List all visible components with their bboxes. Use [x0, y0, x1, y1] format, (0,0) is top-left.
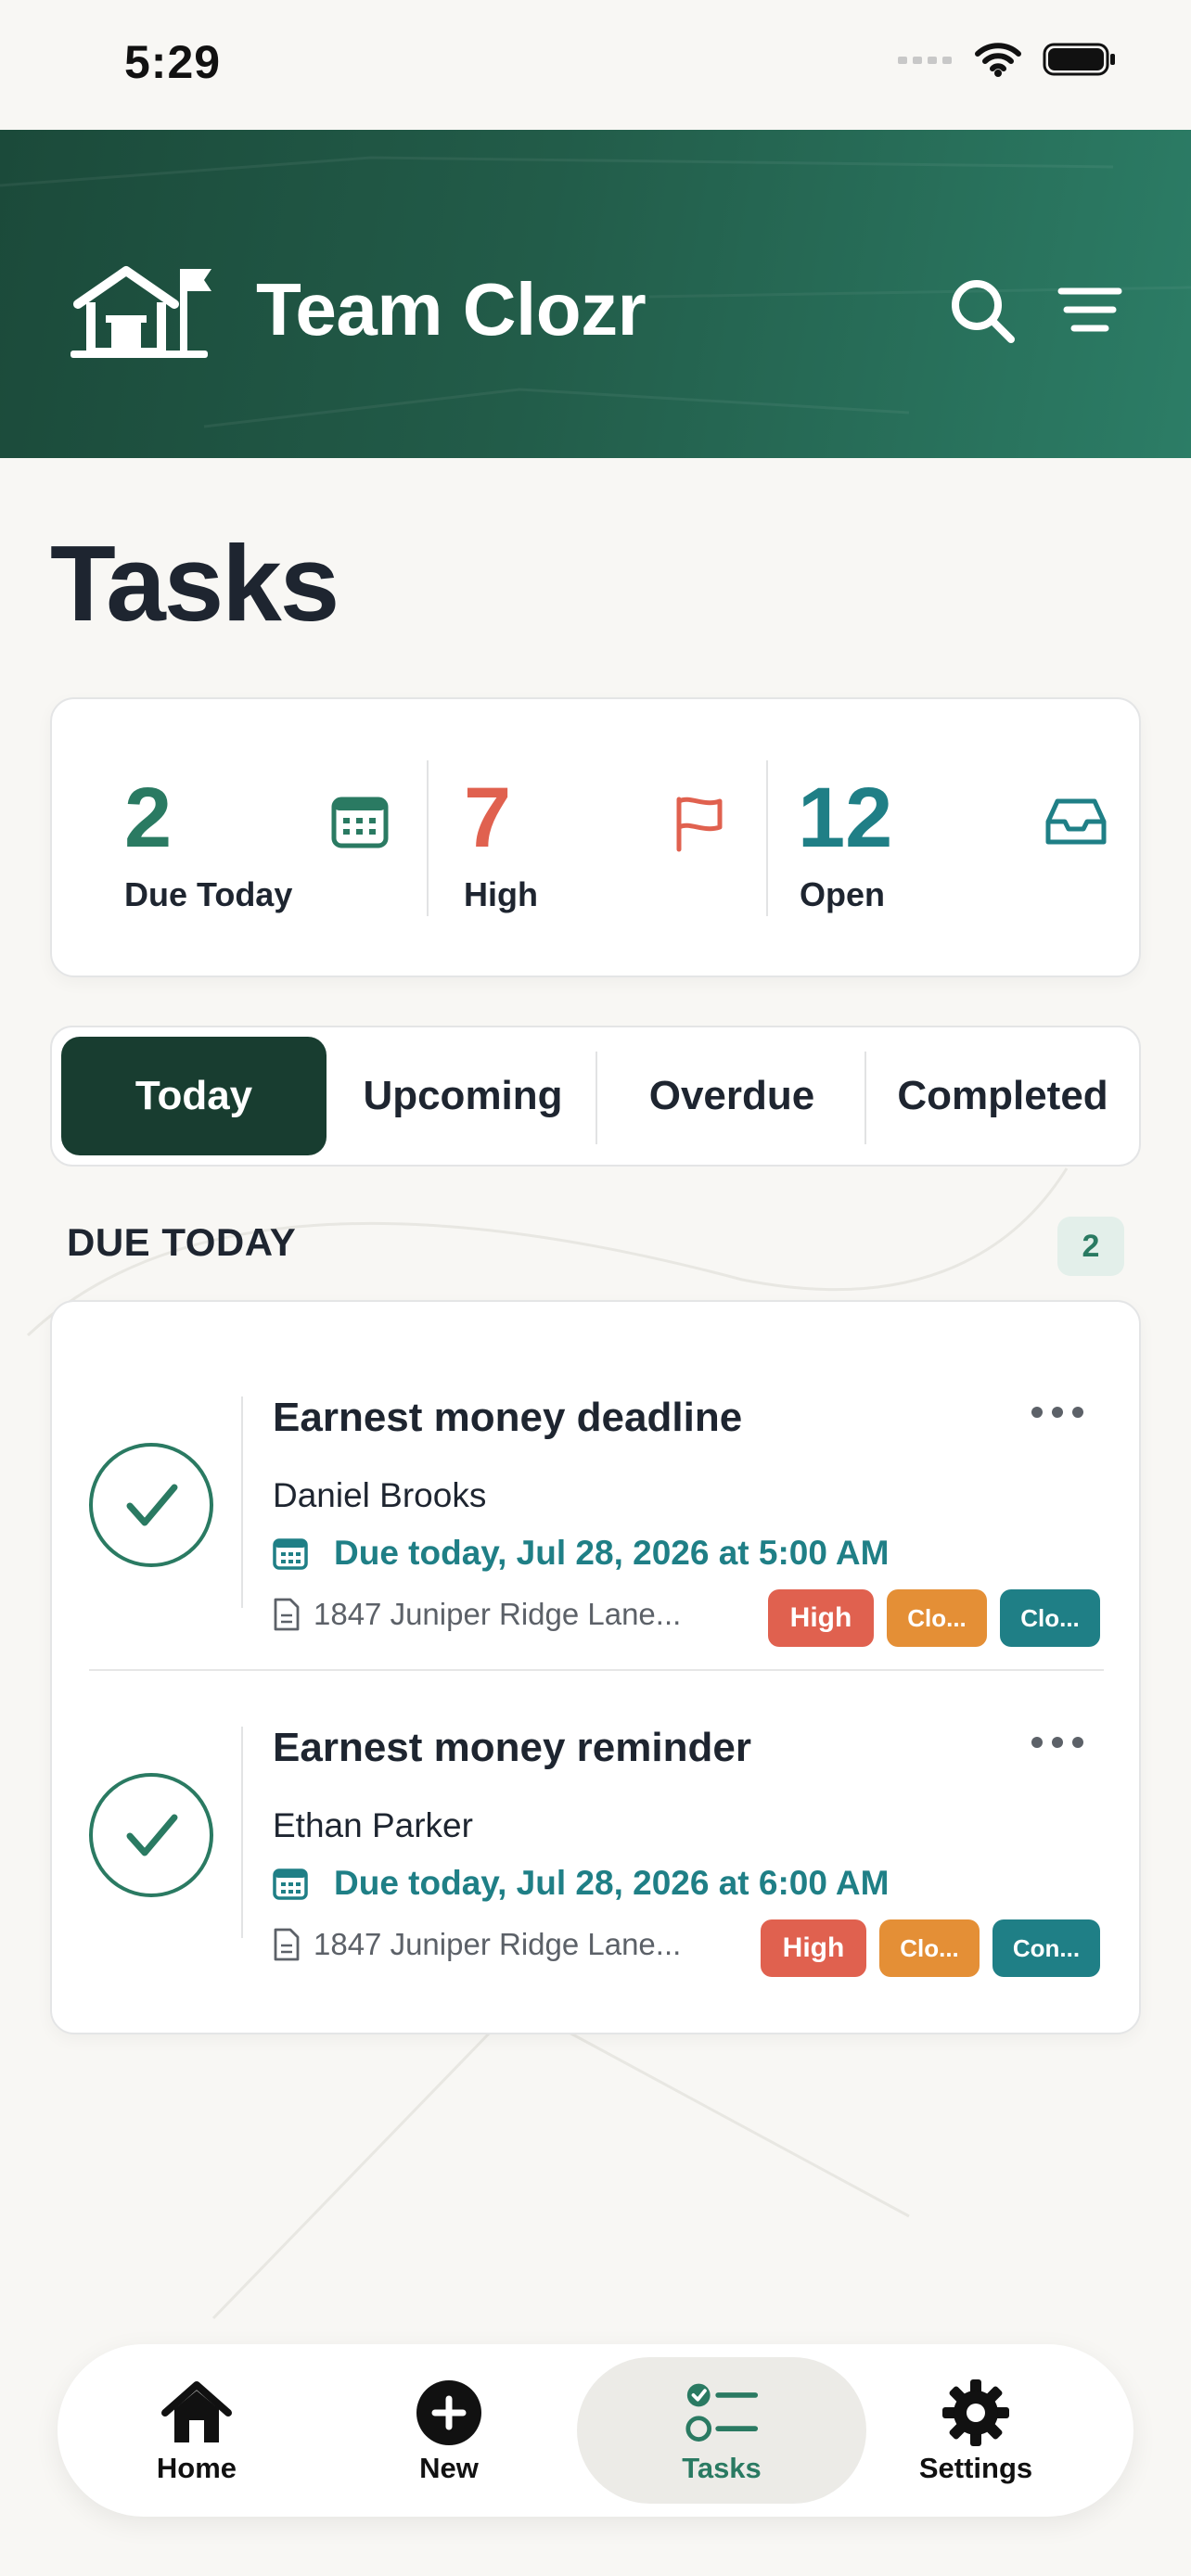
calendar-icon: [273, 1868, 308, 1900]
stat-label: High: [464, 875, 538, 913]
type-badge: Clo...: [1000, 1589, 1100, 1647]
nav-tasks[interactable]: Tasks: [577, 2357, 866, 2504]
type-badge: Con...: [992, 1919, 1100, 1977]
section-label: DUE TODAY: [67, 1220, 297, 1264]
row-vertical-divider: [241, 1396, 243, 1608]
tab-today[interactable]: Today: [61, 1037, 327, 1155]
nav-label: Tasks: [682, 2452, 762, 2484]
document-icon: [274, 1598, 300, 1631]
task-contact: Ethan Parker: [273, 1806, 473, 1844]
calendar-icon: [331, 797, 389, 848]
task-contact: Daniel Brooks: [273, 1476, 487, 1514]
gear-icon: [942, 2379, 1009, 2446]
tasks-list-icon: [685, 2383, 759, 2442]
nav-new[interactable]: New: [347, 2344, 551, 2517]
calendar-icon: [273, 1538, 308, 1570]
complete-checkbox-icon[interactable]: [87, 1771, 215, 1899]
complete-checkbox-icon[interactable]: [87, 1441, 215, 1569]
tab-overdue[interactable]: Overdue: [599, 1037, 864, 1155]
stat-label: Due Today: [124, 875, 293, 913]
nav-settings[interactable]: Settings: [874, 2344, 1078, 2517]
tasks-icon-wrap: [685, 2378, 759, 2448]
plus-circle-icon: [416, 2380, 481, 2445]
flag-icon: [676, 797, 723, 852]
task-due: Due today, Jul 28, 2026 at 5:00 AM: [273, 1530, 889, 1576]
task-due-text: Due today, Jul 28, 2026 at 5:00 AM: [334, 1534, 890, 1572]
search-icon[interactable]: [948, 276, 1017, 345]
task-row[interactable]: Earnest money deadline Daniel Brooks Due…: [52, 1341, 1139, 1669]
tab-completed[interactable]: Completed: [868, 1037, 1137, 1155]
task-address: 1847 Juniper Ridge Lane...: [273, 1591, 681, 1638]
more-options-icon[interactable]: [1030, 1728, 1085, 1756]
task-address: 1847 Juniper Ridge Lane...: [273, 1921, 681, 1968]
home-icon: [161, 2381, 232, 2442]
task-list-card: Earnest money deadline Daniel Brooks Due…: [50, 1300, 1141, 2034]
stat-value: 7: [464, 771, 512, 865]
document-icon: [274, 1928, 300, 1961]
status-bar: 5:29: [0, 0, 1191, 130]
row-vertical-divider: [241, 1727, 243, 1938]
tab-separator: [596, 1052, 597, 1144]
task-filter-tabs: Today Upcoming Overdue Completed: [50, 1026, 1141, 1167]
priority-badge: High: [768, 1589, 874, 1647]
stage-badge: Clo...: [879, 1919, 980, 1977]
section-count-badge: 2: [1057, 1217, 1124, 1276]
bottom-nav: Home New Tasks Settings: [58, 2344, 1133, 2517]
stat-value: 2: [124, 771, 173, 865]
nav-label: Settings: [918, 2452, 1033, 2484]
tab-upcoming[interactable]: Upcoming: [330, 1037, 596, 1155]
nav-label: New: [419, 2452, 479, 2484]
tab-separator: [864, 1052, 866, 1144]
battery-icon: [1043, 43, 1115, 76]
stat-due-today[interactable]: 2 Due Today: [52, 699, 427, 977]
status-time: 5:29: [124, 36, 222, 88]
plus-icon-wrap: [412, 2378, 486, 2448]
priority-badge: High: [761, 1919, 866, 1977]
house-flag-logo-icon: [70, 266, 211, 358]
home-icon-wrap: [160, 2378, 234, 2448]
stat-high[interactable]: 7 High: [429, 699, 766, 977]
stat-value: 12: [798, 771, 893, 865]
task-title: Earnest money deadline: [273, 1395, 743, 1440]
inbox-icon: [1045, 798, 1107, 845]
task-address-text: 1847 Juniper Ridge Lane...: [314, 1927, 682, 1961]
app-header: Team Clozr: [0, 130, 1191, 458]
task-row[interactable]: Earnest money reminder Ethan Parker Due …: [52, 1671, 1139, 1999]
nav-home[interactable]: Home: [95, 2344, 299, 2517]
status-icons: [898, 41, 1117, 78]
task-due: Due today, Jul 28, 2026 at 6:00 AM: [273, 1860, 889, 1906]
gear-icon-wrap: [939, 2378, 1013, 2448]
nav-label: Home: [156, 2452, 237, 2484]
task-title: Earnest money reminder: [273, 1725, 751, 1770]
stats-card: 2 Due Today 7 High 12 Open: [50, 697, 1141, 977]
stat-label: Open: [800, 875, 886, 913]
task-address-text: 1847 Juniper Ridge Lane...: [314, 1597, 682, 1631]
filter-menu-icon[interactable]: [1057, 286, 1122, 338]
task-due-text: Due today, Jul 28, 2026 at 6:00 AM: [334, 1864, 890, 1902]
more-options-icon[interactable]: [1030, 1398, 1085, 1426]
wifi-icon: [975, 43, 1021, 77]
page-title: Tasks: [50, 523, 339, 644]
app-title: Team Clozr: [256, 268, 647, 351]
stat-open[interactable]: 12 Open: [768, 699, 1139, 977]
signal-icon: [898, 57, 952, 64]
stage-badge: Clo...: [887, 1589, 987, 1647]
